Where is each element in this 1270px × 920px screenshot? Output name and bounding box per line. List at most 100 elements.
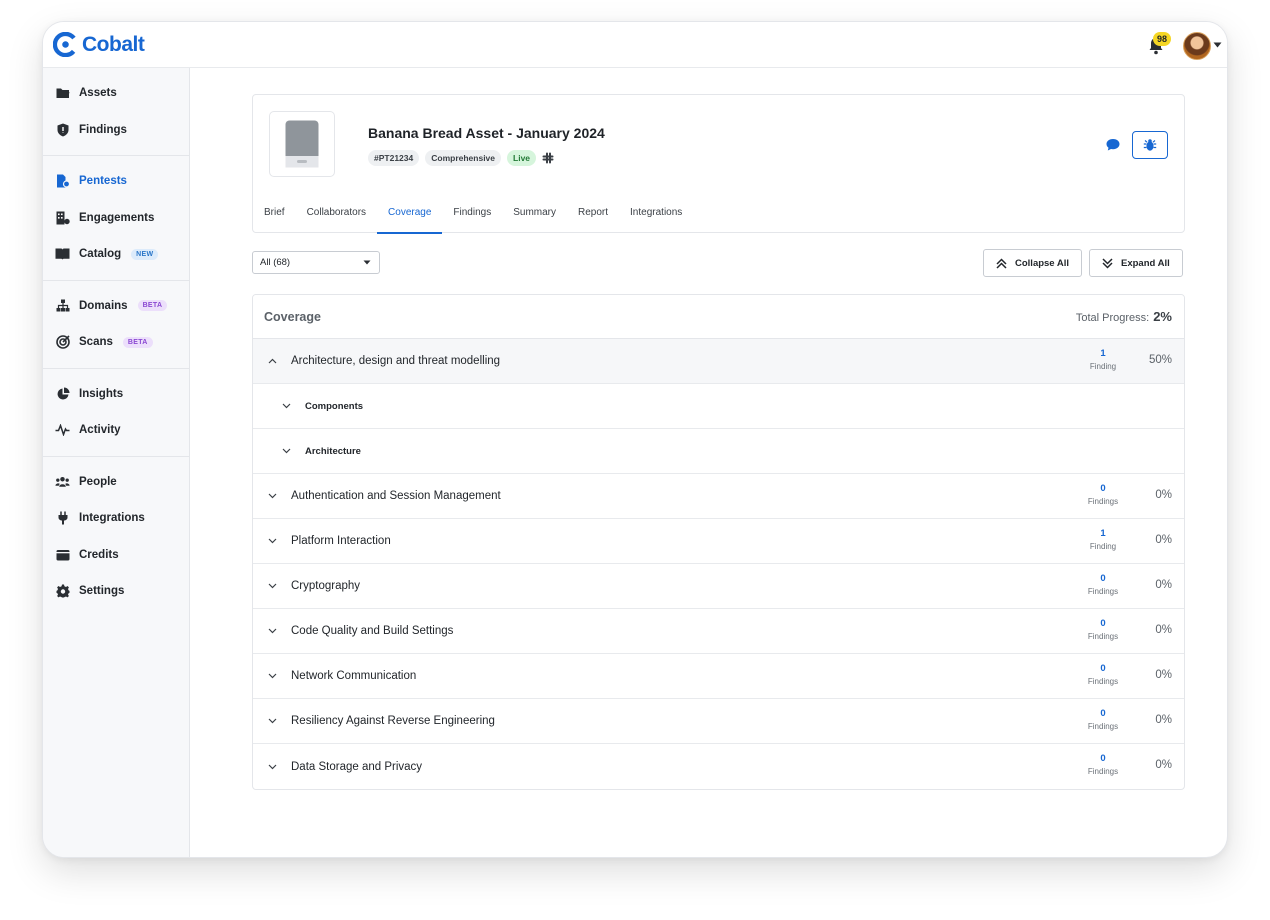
wallet-icon — [55, 547, 70, 562]
coverage-percent: 50% — [1148, 354, 1172, 366]
radar-icon — [55, 335, 70, 350]
chevron-down-icon[interactable] — [265, 583, 279, 589]
sidebar-item-assets[interactable]: Assets — [43, 75, 189, 112]
coverage-percent: 0% — [1155, 579, 1172, 591]
chevron-down-icon[interactable] — [279, 403, 293, 409]
account-menu-caret-icon[interactable] — [1213, 42, 1222, 48]
tab-collaborators[interactable]: Collaborators — [296, 198, 377, 234]
sitemap-icon — [55, 298, 70, 313]
filter-selected-value: All (68) — [260, 257, 291, 268]
sidebar-item-label: Scans — [79, 336, 113, 349]
sidebar: Assets Findings Pentests Engagements Cat… — [43, 68, 190, 857]
expand-all-label: Expand All — [1121, 257, 1170, 269]
sidebar-item-activity[interactable]: Activity — [43, 412, 189, 449]
people-icon — [55, 474, 70, 489]
sidebar-item-label: People — [79, 475, 117, 488]
coverage-row[interactable]: Resiliency Against Reverse Engineering 0… — [253, 699, 1184, 744]
coverage-table: Coverage Total Progress: 2% Architecture,… — [252, 294, 1185, 790]
coverage-row[interactable]: Authentication and Session Management 0 … — [253, 474, 1184, 519]
sidebar-item-domains[interactable]: Domains BETA — [43, 288, 189, 325]
coverage-subrow[interactable]: Components — [253, 384, 1184, 429]
sidebar-item-settings[interactable]: Settings — [43, 573, 189, 610]
user-avatar[interactable] — [1183, 32, 1211, 60]
beta-badge: BETA — [122, 336, 153, 348]
new-badge: NEW — [131, 248, 159, 260]
coverage-row[interactable]: Architecture, design and threat modellin… — [253, 339, 1184, 384]
tab-integrations[interactable]: Integrations — [619, 198, 693, 234]
nav-group-assets: Assets Findings — [43, 68, 189, 156]
finding-count-number[interactable]: 1 — [1075, 528, 1131, 539]
sidebar-item-label: Engagements — [79, 211, 155, 224]
chevron-down-icon[interactable] — [265, 493, 279, 499]
tab-brief[interactable]: Brief — [253, 198, 296, 234]
collapse-all-label: Collapse All — [1015, 257, 1070, 269]
coverage-row[interactable]: Code Quality and Build Settings 0 Findin… — [253, 609, 1184, 654]
finding-count-number[interactable]: 0 — [1075, 753, 1131, 764]
plug-icon — [55, 511, 70, 526]
asset-thumbnail — [269, 111, 335, 177]
sidebar-item-label: Findings — [79, 123, 127, 136]
double-chevron-up-icon — [996, 257, 1007, 269]
chevron-down-icon[interactable] — [265, 538, 279, 544]
tab-summary[interactable]: Summary — [502, 198, 567, 234]
coverage-row-label: Architecture, design and threat modellin… — [291, 355, 501, 367]
cobalt-logo-icon — [53, 32, 78, 57]
expand-all-button[interactable]: Expand All — [1089, 249, 1183, 277]
coverage-title: Coverage — [264, 309, 321, 324]
coverage-subrow-label: Architecture — [305, 445, 361, 457]
sidebar-item-insights[interactable]: Insights — [43, 376, 189, 413]
collapse-all-button[interactable]: Collapse All — [983, 249, 1083, 277]
coverage-subrow-label: Components — [305, 400, 364, 412]
pentest-type-tag: Comprehensive — [425, 150, 502, 166]
coverage-row[interactable]: Data Storage and Privacy 0 Findings 0% — [253, 744, 1184, 789]
sidebar-item-scans[interactable]: Scans BETA — [43, 324, 189, 361]
cobalt-logo[interactable]: Cobalt — [53, 32, 145, 57]
coverage-percent: 0% — [1155, 624, 1172, 636]
status-badge: Live — [507, 150, 537, 166]
tab-report[interactable]: Report — [567, 198, 619, 234]
finding-count-number[interactable]: 0 — [1075, 663, 1131, 674]
coverage-subrow[interactable]: Architecture — [253, 429, 1184, 474]
finding-count: 0 Findings — [1075, 483, 1131, 506]
coverage-row-label: Code Quality and Build Settings — [291, 625, 454, 637]
report-finding-button[interactable] — [1132, 131, 1168, 159]
chevron-up-icon[interactable] — [265, 358, 279, 364]
total-progress: Total Progress: 2% — [1076, 309, 1172, 324]
finding-count-label: Findings — [1087, 497, 1119, 506]
comment-icon[interactable] — [1105, 137, 1121, 153]
chevron-down-icon[interactable] — [265, 628, 279, 634]
coverage-row-label: Network Communication — [291, 670, 417, 682]
slack-icon[interactable] — [542, 152, 554, 164]
sidebar-item-integrations[interactable]: Integrations — [43, 500, 189, 537]
finding-count-number[interactable]: 0 — [1075, 618, 1131, 629]
finding-count: 1 Finding — [1075, 528, 1131, 551]
finding-count: 0 Findings — [1075, 708, 1131, 731]
sidebar-item-credits[interactable]: Credits — [43, 537, 189, 574]
nav-group-domains: Domains BETA Scans BETA — [43, 281, 189, 369]
coverage-row[interactable]: Network Communication 0 Findings 0% — [253, 654, 1184, 699]
finding-count-label: Findings — [1087, 632, 1119, 641]
sidebar-item-catalog[interactable]: Catalog NEW — [43, 236, 189, 273]
tab-coverage[interactable]: Coverage — [377, 198, 443, 234]
chevron-down-icon[interactable] — [265, 718, 279, 724]
pie-chart-icon — [55, 386, 70, 401]
finding-count-number[interactable]: 0 — [1075, 483, 1131, 494]
tab-findings[interactable]: Findings — [442, 198, 502, 234]
sidebar-item-engagements[interactable]: Engagements — [43, 200, 189, 237]
bug-icon — [1143, 139, 1157, 151]
chevron-down-icon[interactable] — [265, 764, 279, 770]
sidebar-item-pentests[interactable]: Pentests — [43, 163, 189, 200]
sidebar-item-people[interactable]: People — [43, 464, 189, 501]
notification-count-badge: 98 — [1153, 32, 1171, 46]
chevron-down-icon[interactable] — [279, 448, 293, 454]
finding-count-number[interactable]: 1 — [1075, 348, 1131, 359]
finding-count-number[interactable]: 0 — [1075, 708, 1131, 719]
sidebar-item-findings[interactable]: Findings — [43, 112, 189, 149]
coverage-row[interactable]: Cryptography 0 Findings 0% — [253, 564, 1184, 609]
coverage-row[interactable]: Platform Interaction 1 Finding 0% — [253, 519, 1184, 564]
sidebar-item-label: Catalog — [79, 248, 122, 261]
chevron-down-icon[interactable] — [265, 673, 279, 679]
coverage-filter-select[interactable]: All (68) — [252, 251, 380, 274]
finding-count-number[interactable]: 0 — [1075, 573, 1131, 584]
finding-count-label: Findings — [1087, 677, 1119, 686]
